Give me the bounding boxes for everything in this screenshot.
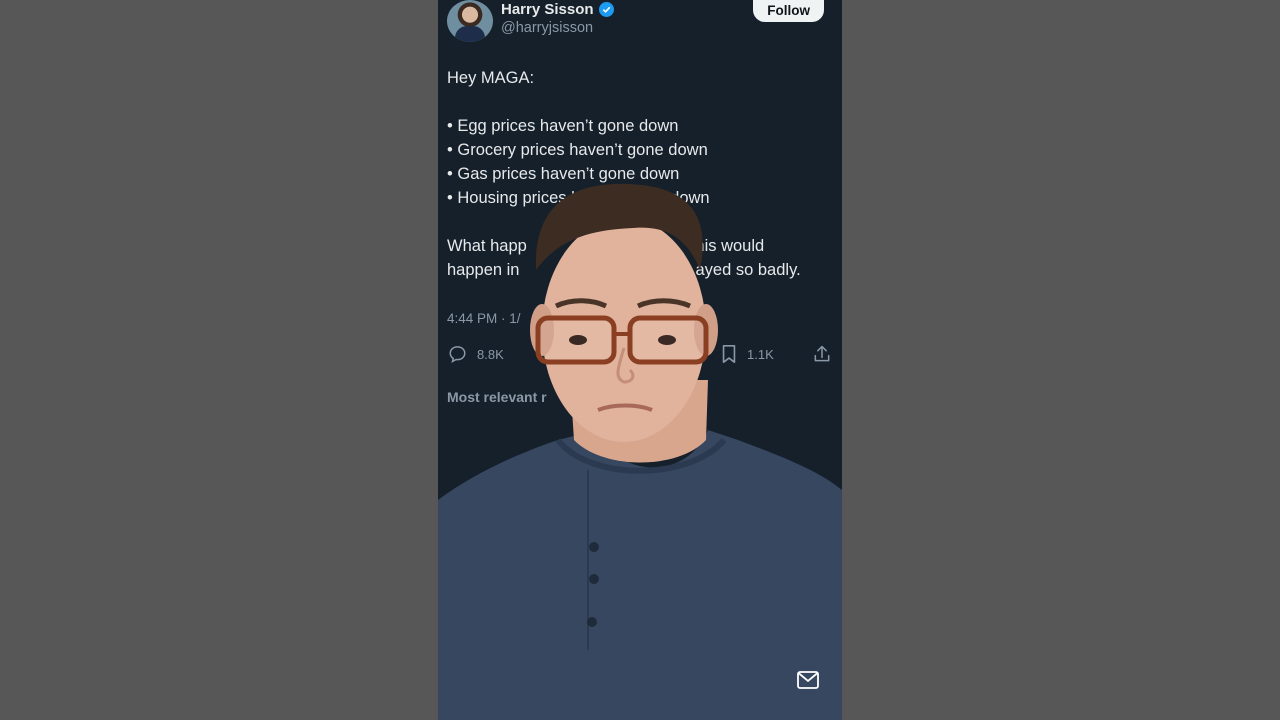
share-icon — [812, 344, 832, 364]
tweet-timestamp[interactable]: 4:44 PM · 1/ — [447, 311, 521, 326]
tweet-text: Hey MAGA: • Egg prices haven’t gone down… — [447, 66, 832, 282]
tweet-bullet: • Housing prices haven’t gone down — [447, 189, 710, 207]
reply-icon — [447, 344, 468, 364]
closing-line-1-start: What happ — [447, 237, 527, 255]
closing-line-2-end: ayed so badly. — [695, 261, 801, 279]
author-handle[interactable]: @harryjsisson — [501, 20, 593, 36]
tweet-bullet: • Grocery prices haven’t gone down — [447, 141, 708, 159]
tweet-panel: Harry Sisson @harryjsisson Follow Hey MA… — [438, 0, 842, 720]
reply-count: 8.8K — [477, 346, 504, 362]
tweet-closing-line: happen in ayed so badly. — [447, 258, 832, 282]
closing-line-1-end: this would — [690, 237, 765, 255]
bookmark-count: 1.1K — [747, 346, 774, 362]
tweet-closing-line: What happ this would — [447, 234, 832, 258]
mail-button[interactable] — [794, 670, 822, 694]
reply-action[interactable]: 8.8K — [447, 344, 504, 364]
author-avatar[interactable] — [447, 0, 493, 42]
bookmark-action[interactable]: 1.1K — [720, 344, 774, 364]
author-name-row: Harry Sisson — [501, 1, 614, 18]
screen: Harry Sisson @harryjsisson Follow Hey MA… — [0, 0, 1280, 720]
closing-line-2-start: happen in — [447, 261, 520, 279]
mail-icon — [796, 670, 820, 695]
author-display-name[interactable]: Harry Sisson — [501, 1, 594, 18]
replies-sort-label[interactable]: Most relevant r — [447, 389, 547, 405]
tweet-greeting: Hey MAGA: — [447, 69, 535, 87]
follow-button[interactable]: Follow — [753, 0, 824, 22]
tweet-bullet: • Egg prices haven’t gone down — [447, 117, 679, 135]
tweet-bullet: • Gas prices haven’t gone down — [447, 165, 680, 183]
avatar-suit — [455, 26, 485, 42]
verified-badge-icon — [598, 2, 614, 17]
bookmark-icon — [720, 344, 738, 364]
share-action[interactable] — [812, 344, 832, 364]
